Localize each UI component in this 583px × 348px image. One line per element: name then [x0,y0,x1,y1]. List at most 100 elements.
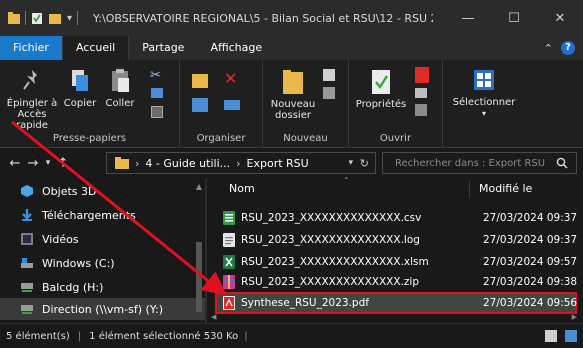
search-field[interactable]: Rechercher dans : Export RSU [382,152,577,174]
file-modified: 27/03/2024 09:38 [483,276,578,288]
separator [77,11,79,25]
breadcrumb-separator: › [236,156,241,170]
address-bar-row: ← → ▾ ↑ › 4 - Guide utili... › Export RS… [0,148,583,178]
breadcrumb-guide[interactable]: 4 - Guide utili... [145,157,230,170]
nav-item-direction-drive[interactable]: Direction (\\vm-sf) (Y:) [0,298,205,320]
nav-scrollbar[interactable]: ▲ [194,182,204,322]
select-dropdown-icon: ▾ [481,109,486,118]
copy-button[interactable]: Copier [60,68,100,109]
csv-icon [223,211,235,225]
copy-path-icon[interactable] [151,88,163,98]
address-dropdown-icon[interactable]: ▾ [348,158,353,168]
scroll-right-icon[interactable]: ▶ [572,313,577,321]
file-row[interactable]: RSU_2023_XXXXXXXXXXXXXX.log 27/03/2024 0… [215,230,577,250]
tab-fichier[interactable]: Fichier [0,36,62,60]
file-row-selected[interactable]: Synthese_RSU_2023.pdf 27/03/2024 09:56 [215,292,577,314]
drive-icon [21,258,33,268]
back-arrow-icon[interactable]: ← [6,156,24,171]
nav-item-balcdg-drive[interactable]: Balcdg (H:) [20,276,200,298]
quick-access-dropdown[interactable]: ▾ [67,13,72,24]
nav-item-label: Direction (\\vm-sf) (Y:) [42,302,164,316]
file-row[interactable]: RSU_2023_XXXXXXXXXXXXXX.csv 27/03/2024 0… [215,208,577,228]
scroll-up-icon[interactable]: ▲ [194,182,204,191]
ribbon-tabs: Fichier Accueil Partage Affichage ⌃ ? [0,36,583,60]
zip-icon [223,275,235,289]
edit-icon[interactable] [415,88,427,98]
properties-button[interactable]: Propriétés [353,68,409,110]
paste-button[interactable]: Coller [100,68,140,109]
easy-access-icon[interactable] [323,87,335,99]
pin-icon [23,70,37,90]
status-separator: | [77,330,82,342]
new-folder-quick-icon[interactable] [49,12,61,25]
up-arrow-icon[interactable]: ↑ [54,156,72,171]
file-modified: 27/03/2024 09:37 [483,234,578,246]
tab-accueil[interactable]: Accueil [61,36,130,60]
large-icons-view-icon[interactable] [565,330,577,342]
new-folder-button[interactable]: Nouveau dossier [267,68,319,121]
refresh-icon[interactable]: ↻ [360,157,369,170]
address-field[interactable]: › 4 - Guide utili... › Export RSU ▾ ↻ [106,152,376,174]
search-icon[interactable] [556,157,568,169]
network-drive-icon [21,283,33,292]
file-modified: 27/03/2024 09:37 [483,212,578,224]
close-button[interactable]: ✕ [537,0,583,36]
column-header-modified[interactable]: Modifié le [479,178,532,200]
forward-arrow-icon[interactable]: → [24,156,42,171]
item-count: 5 élément(s) [6,330,70,342]
nav-item-videos[interactable]: Vidéos [20,228,200,250]
breadcrumb-separator: › [135,156,140,170]
paste-icon [112,69,129,92]
properties-quick-icon[interactable] [31,12,43,25]
rename-icon[interactable] [224,100,240,110]
select-group: Sélectionner ▾ [443,60,523,148]
column-divider[interactable] [469,180,470,198]
scroll-left-icon[interactable]: ◀ [211,313,216,321]
network-drive-icon [21,305,33,314]
paste-shortcut-icon[interactable] [151,106,163,118]
collapse-ribbon-icon[interactable]: ⌃ [544,42,553,55]
videos-icon [21,233,33,245]
clipboard-group-label: Presse-papiers [52,133,127,144]
cut-icon[interactable]: ✂ [150,68,161,83]
pdf-icon [223,296,235,310]
delete-icon[interactable]: ✕ [224,69,237,88]
file-row[interactable]: RSU_2023_XXXXXXXXXXXXXX.zip 27/03/2024 0… [215,272,577,292]
scrollbar-thumb[interactable] [196,242,202,312]
separator [25,11,26,25]
pin-quick-access-button[interactable]: Épingler à Accès rapide [4,68,60,131]
history-icon[interactable] [415,104,427,116]
log-file-icon [223,233,235,247]
horizontal-scrollbar[interactable]: ◀ ▶ [207,313,583,323]
nav-item-windows-drive[interactable]: Windows (C:) [20,252,200,274]
move-to-icon[interactable] [192,74,208,88]
open-with-pdf-icon[interactable] [415,67,429,83]
breadcrumb-export-rsu[interactable]: Export RSU [247,157,309,170]
maximize-button[interactable]: ☐ [491,0,537,36]
search-input[interactable]: Rechercher dans : Export RSU [395,158,545,169]
select-button[interactable]: Sélectionner ▾ [449,68,519,119]
new-group: Nouveau dossier Nouveau [263,60,349,148]
tab-partage[interactable]: Partage [129,36,197,60]
organize-group: ✕ Organiser [180,60,263,148]
new-item-icon[interactable] [323,69,335,81]
help-icon[interactable]: ? [561,41,575,55]
recent-dropdown-icon[interactable]: ▾ [42,158,54,168]
file-name: RSU_2023_XXXXXXXXXXXXXX.csv [241,212,422,224]
nav-item-3d-objects[interactable]: Objets 3D [20,180,200,202]
organize-group-label: Organiser [196,133,246,144]
navigation-pane: Objets 3D Téléchargements Vidéos Windows… [0,178,205,323]
file-row[interactable]: RSU_2023_XXXXXXXXXXXXXX.xlsm 27/03/2024 … [215,252,577,272]
details-view-icon[interactable] [545,330,557,342]
nav-item-downloads[interactable]: Téléchargements [20,204,200,226]
new-group-label: Nouveau [283,133,328,144]
file-list: Nom ⌃ Modifié le RSU_2023_XXXXXXXXXXXXXX… [207,176,583,323]
excel-icon [223,255,235,269]
ribbon: Épingler à Accès rapide Copier Coller ✂ … [0,60,583,148]
nav-item-label: Objets 3D [42,184,97,198]
column-header-name[interactable]: Nom [229,178,255,200]
tab-affichage[interactable]: Affichage [197,36,275,60]
copy-to-icon[interactable] [192,98,208,112]
minimize-button[interactable]: — [445,0,491,36]
nav-item-label: Windows (C:) [42,256,115,270]
